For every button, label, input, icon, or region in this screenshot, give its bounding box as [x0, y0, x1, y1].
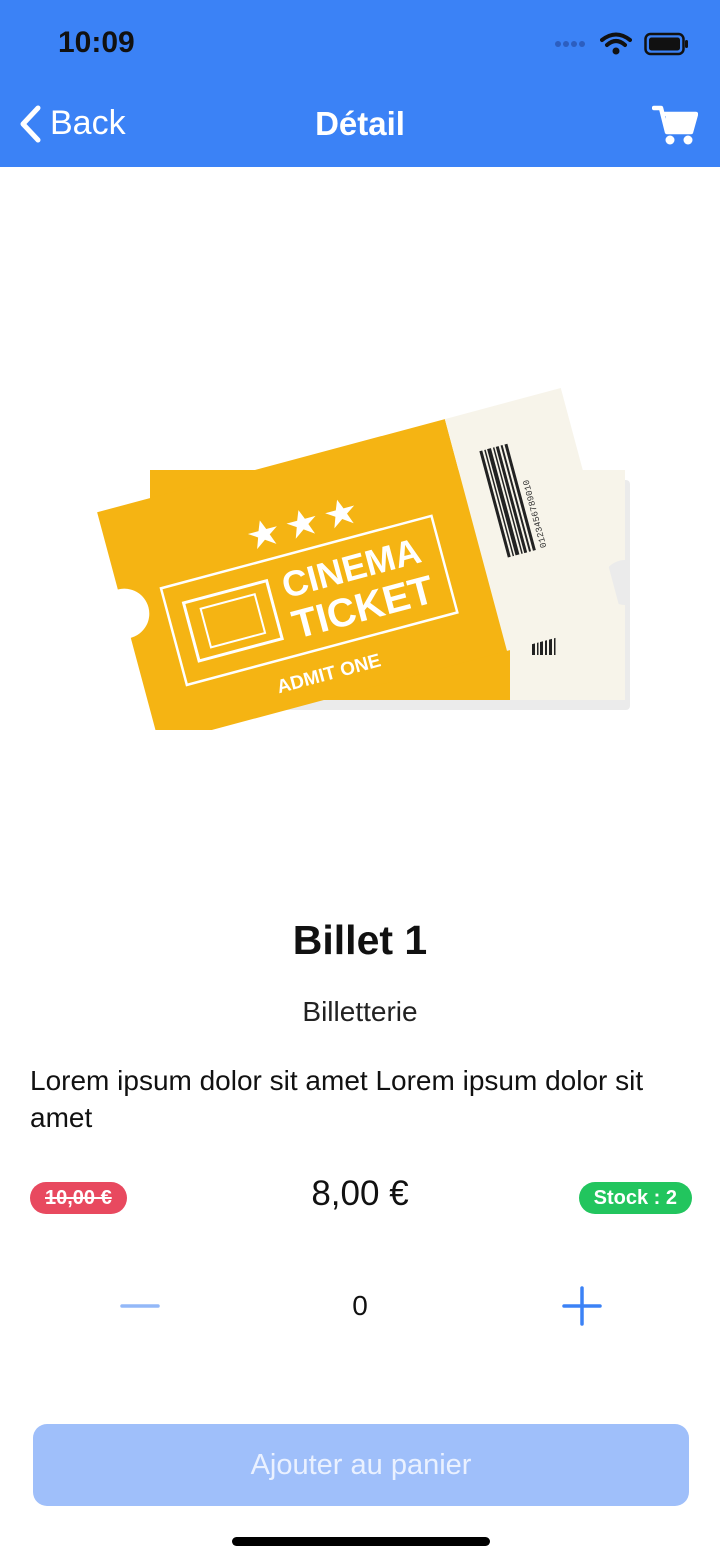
product-description: Lorem ipsum dolor sit amet Lorem ipsum d… [30, 1065, 644, 1133]
battery-icon [644, 32, 688, 56]
page-title: Détail [315, 105, 405, 142]
status-time: 10:09 [58, 26, 135, 59]
add-to-cart-label: Ajouter au panier [250, 1448, 472, 1481]
plus-icon[interactable] [558, 1283, 606, 1329]
header: 10:09 Back Détail [0, 0, 720, 167]
home-indicator[interactable] [232, 1537, 490, 1546]
product-image: ADMIT ONE CINEMA TICKET ADMIT ONE 012345… [97, 388, 630, 730]
status-icons [554, 30, 690, 58]
wifi-icon [600, 32, 632, 55]
stock-badge: Stock : 2 [578, 1182, 692, 1214]
cart-icon[interactable] [652, 104, 698, 146]
quantity-value: 0 [352, 1290, 368, 1321]
product-category: Billetterie [302, 996, 418, 1027]
product-name: Billet 1 [292, 917, 428, 963]
add-to-cart-button[interactable]: Ajouter au panier [33, 1424, 689, 1506]
signal-icon [555, 41, 585, 47]
